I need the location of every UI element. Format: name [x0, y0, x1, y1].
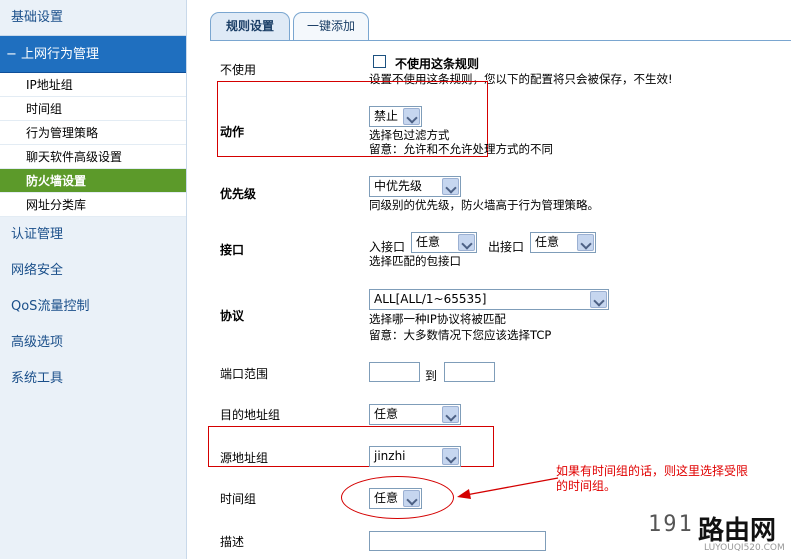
nav-ip-group[interactable]: IP地址组	[0, 73, 186, 97]
time-group-label: 时间组	[220, 492, 257, 506]
src-group-label: 源地址组	[220, 451, 269, 465]
dst-group-value: 任意	[374, 407, 399, 421]
annotation-text-2: 的时间组。	[556, 479, 617, 493]
action-select[interactable]: 禁止	[369, 106, 422, 127]
priority-select[interactable]: 中优先级	[369, 176, 461, 197]
disable-label: 不使用	[220, 63, 257, 77]
chevron-down-icon	[442, 178, 459, 195]
port-end-input[interactable]	[444, 362, 495, 382]
port-range-label: 端口范围	[220, 367, 269, 381]
src-group-value: jinzhi	[374, 449, 406, 463]
chevron-down-icon	[577, 234, 594, 251]
src-group-select[interactable]: jinzhi	[369, 446, 461, 467]
priority-select-value: 中优先级	[374, 179, 423, 193]
out-interface-select[interactable]: 任意	[530, 232, 596, 253]
nav-chat-advanced[interactable]: 聊天软件高级设置	[0, 145, 186, 169]
protocol-hint-2: 留意：大多数情况下您应该选择TCP	[369, 328, 552, 342]
watermark-logo: 191 路由网 LUYOUQI520.COM	[648, 510, 791, 559]
tab-divider	[210, 40, 791, 41]
disable-checkbox-label: 不使用这条规则	[395, 57, 480, 71]
protocol-select[interactable]: ALL[ALL/1~65535]	[369, 289, 609, 310]
disable-rule-checkbox[interactable]	[373, 55, 386, 68]
tab-quick-add[interactable]: 一键添加	[293, 12, 369, 41]
nav-url-category[interactable]: 网址分类库	[0, 193, 186, 217]
dst-group-label: 目的地址组	[220, 408, 281, 422]
nav-network-security[interactable]: 网络安全	[0, 253, 186, 289]
in-interface-select[interactable]: 任意	[411, 232, 477, 253]
watermark-number: 191	[648, 512, 694, 537]
time-group-value: 任意	[374, 491, 399, 505]
action-hint-2: 留意：允许和不允许处理方式的不同	[369, 142, 553, 156]
time-group-select[interactable]: 任意	[369, 488, 422, 509]
tab-rule-settings[interactable]: 规则设置	[210, 12, 290, 41]
protocol-hint-1: 选择哪一种IP协议将被匹配	[369, 312, 506, 326]
description-label: 描述	[220, 535, 245, 549]
nav-internet-behavior-label: 上网行为管理	[21, 47, 100, 62]
sidebar: 基础设置 − 上网行为管理 IP地址组 时间组 行为管理策略 聊天软件高级设置 …	[0, 0, 187, 559]
watermark-url: LUYOUQI520.COM	[704, 543, 785, 553]
nav-system-tools[interactable]: 系统工具	[0, 361, 186, 397]
interface-hint: 选择匹配的包接口	[369, 254, 461, 268]
collapse-icon: −	[6, 47, 17, 62]
nav-time-group[interactable]: 时间组	[0, 97, 186, 121]
chevron-down-icon	[403, 108, 420, 125]
nav-behavior-policy[interactable]: 行为管理策略	[0, 121, 186, 145]
out-interface-label: 出接口	[488, 240, 525, 254]
priority-label: 优先级	[220, 187, 257, 201]
chevron-down-icon	[442, 448, 459, 465]
nav-advanced[interactable]: 高级选项	[0, 325, 186, 361]
description-input[interactable]	[369, 531, 546, 551]
dst-group-select[interactable]: 任意	[369, 404, 461, 425]
interface-label: 接口	[220, 243, 245, 257]
nav-qos[interactable]: QoS流量控制	[0, 289, 186, 325]
annotation-text-1: 如果有时间组的话，则这里选择受限	[556, 464, 749, 478]
chevron-down-icon	[590, 291, 607, 308]
priority-hint: 同级别的优先级，防火墙高于行为管理策略。	[369, 198, 599, 212]
chevron-down-icon	[403, 490, 420, 507]
protocol-label: 协议	[220, 309, 245, 323]
nav-basic-settings[interactable]: 基础设置	[0, 0, 186, 36]
nav-internet-behavior[interactable]: − 上网行为管理	[0, 36, 186, 73]
watermark-text: 路由网	[698, 516, 777, 546]
nav-firewall[interactable]: 防火墙设置	[0, 169, 186, 193]
nav-authentication[interactable]: 认证管理	[0, 217, 186, 253]
chevron-down-icon	[442, 406, 459, 423]
port-start-input[interactable]	[369, 362, 420, 382]
chevron-down-icon	[458, 234, 475, 251]
protocol-select-value: ALL[ALL/1~65535]	[374, 292, 487, 306]
action-select-value: 禁止	[374, 109, 399, 123]
annotation-arrow	[457, 477, 559, 499]
action-label: 动作	[220, 125, 245, 139]
port-to-label: 到	[425, 369, 438, 383]
in-interface-value: 任意	[416, 235, 441, 249]
out-interface-value: 任意	[535, 235, 560, 249]
